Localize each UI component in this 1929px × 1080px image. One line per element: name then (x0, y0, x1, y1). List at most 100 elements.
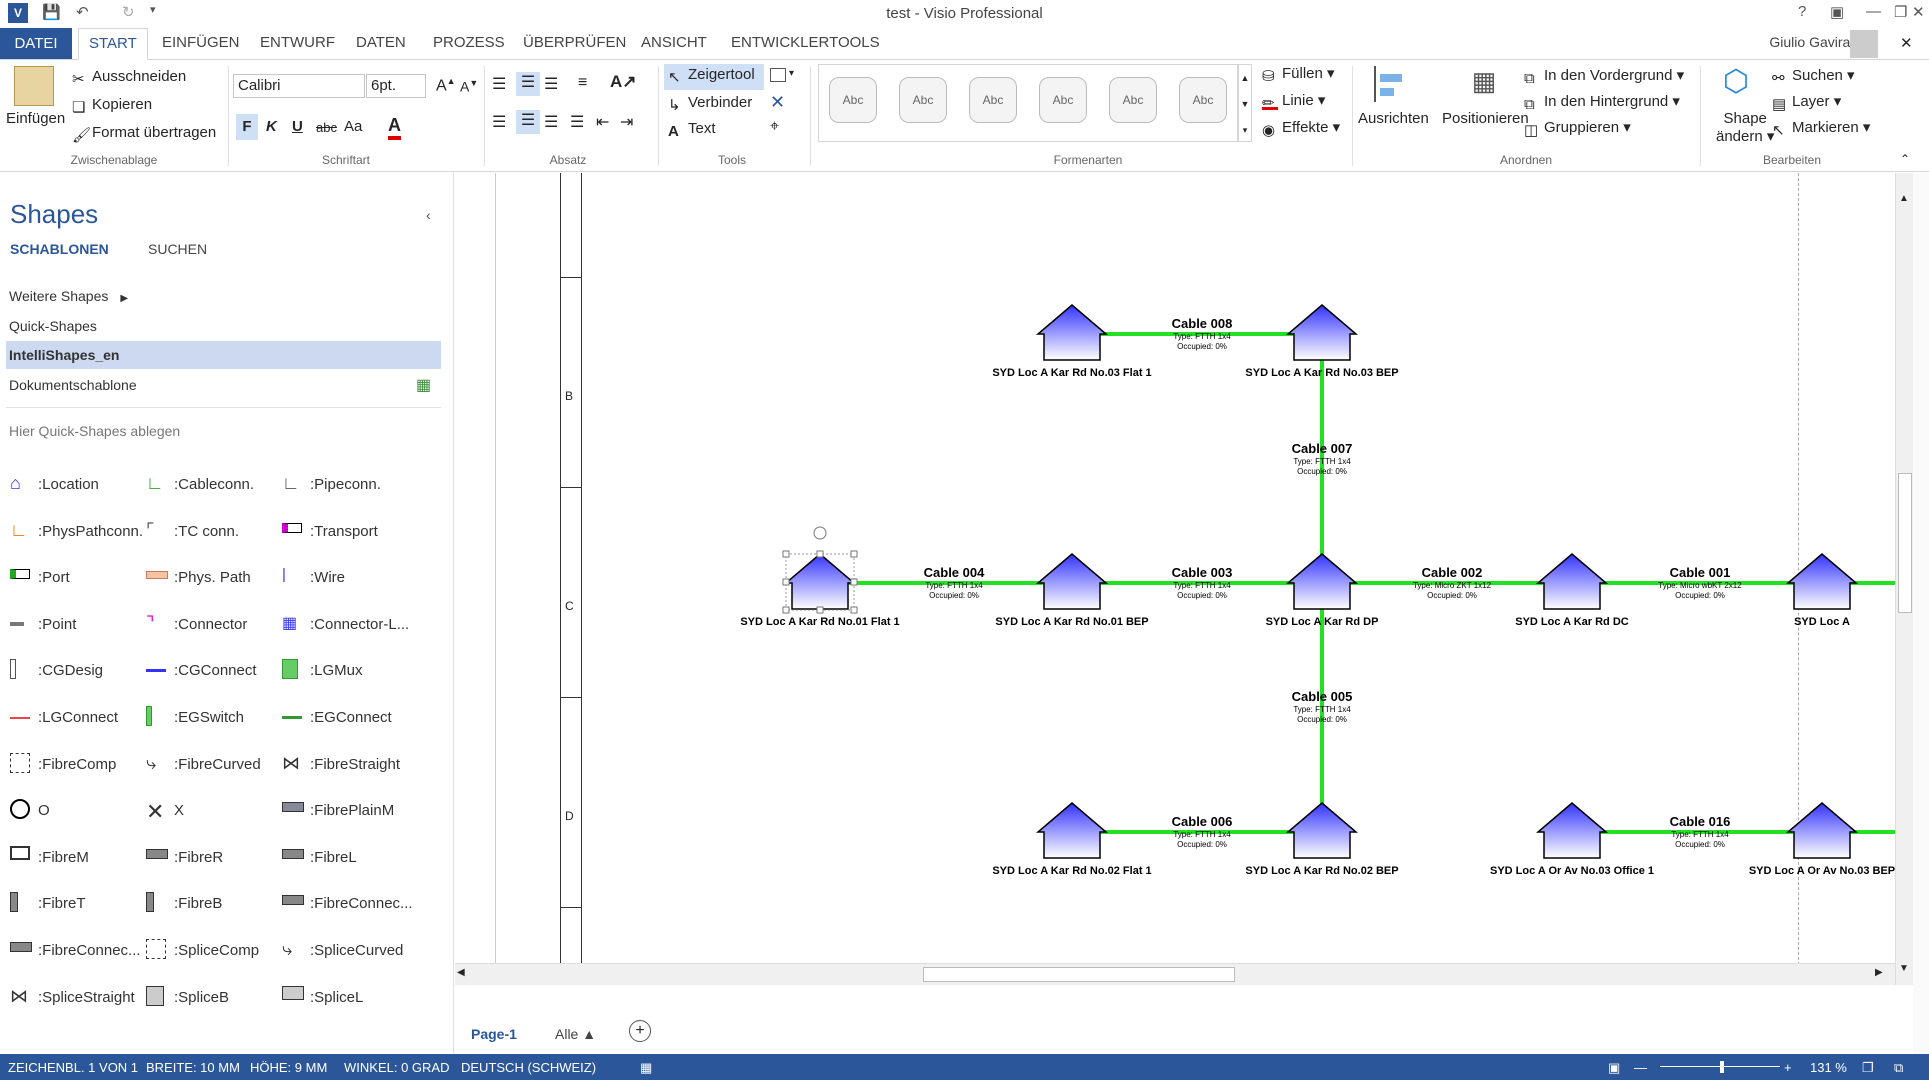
change-case-button[interactable]: Aa (344, 118, 362, 135)
line-button[interactable]: ✏ Linie ▾ (1262, 91, 1325, 112)
house-node-icon[interactable] (783, 553, 857, 610)
increase-indent-icon[interactable]: ⇥ (620, 112, 633, 132)
stencil-options-icon[interactable]: ▦ (416, 375, 431, 395)
tab-review[interactable]: ÜBERPRÜFEN (523, 34, 626, 51)
scroll-up-icon[interactable]: ▲ (1899, 193, 1909, 204)
font-color-icon[interactable]: A (388, 114, 401, 140)
stencil-shape-item[interactable]: :LGMux (282, 659, 363, 683)
collapse-pane-icon[interactable]: ‹ (426, 207, 431, 223)
tab-data[interactable]: DATEN (356, 34, 406, 51)
house-node-icon[interactable] (1785, 553, 1859, 610)
page-tab-1[interactable]: Page-1 (471, 1026, 517, 1042)
select-button[interactable]: ↖ Markieren ▾ (1772, 118, 1870, 139)
status-sheet[interactable]: ZEICHENBL. 1 VON 1 (8, 1060, 138, 1075)
justify-icon[interactable]: ☰ (570, 112, 584, 132)
style-swatch[interactable]: Abc (1109, 77, 1157, 123)
font-name-select[interactable]: Calibri (233, 74, 365, 98)
group-button[interactable]: ◫ Gruppieren ▾ (1524, 118, 1631, 139)
stencil-shape-item[interactable]: ✕ X (146, 799, 184, 824)
stencil-shape-item[interactable]: :EGSwitch (146, 706, 244, 730)
underline-button[interactable]: U (292, 118, 303, 135)
align-icon[interactable] (1374, 66, 1408, 102)
status-angle[interactable]: WINKEL: 0 GRAD (344, 1060, 449, 1075)
bring-to-front-button[interactable]: ⧉ In den Vordergrund ▾ (1524, 66, 1684, 87)
stencil-shape-item[interactable]: :Point (10, 613, 76, 637)
stencil-shape-item[interactable]: ⌝:Connector (146, 613, 247, 637)
rectangle-tool-icon[interactable] (770, 68, 786, 82)
stencil-shape-item[interactable]: :SpliceL (282, 985, 363, 1010)
position-button[interactable]: Positionieren (1442, 110, 1529, 127)
effects-button[interactable]: ◉ Effekte ▾ (1262, 118, 1340, 139)
stencil-shape-item[interactable]: :Phys. Path (146, 566, 251, 590)
align-left-icon[interactable]: ☰ (492, 112, 506, 132)
stencil-shape-item[interactable]: :FibreComp (10, 752, 116, 777)
paste-icon[interactable] (14, 66, 54, 106)
close-document-icon[interactable]: ✕ (1900, 34, 1913, 52)
change-shape-button[interactable]: Shape ändern ▾ (1716, 110, 1774, 146)
stencil-shape-item[interactable]: ⌂:Location (10, 473, 99, 497)
status-language[interactable]: DEUTSCH (SCHWEIZ) (461, 1060, 596, 1075)
zoom-level[interactable]: 131 % (1810, 1060, 1847, 1075)
avatar[interactable] (1850, 30, 1878, 58)
switch-windows-icon[interactable]: ⧉ (1894, 1060, 1903, 1076)
stencil-shape-item[interactable]: :FibreConnec... (282, 892, 413, 916)
decrease-indent-icon[interactable]: ⇤ (596, 112, 609, 132)
align-bottom-icon[interactable]: ☰ (544, 74, 558, 94)
stencil-shape-item[interactable]: ⋈:FibreStraight (282, 753, 400, 777)
style-swatch[interactable]: Abc (969, 77, 1017, 123)
scroll-right-icon[interactable]: ▶ (1875, 967, 1883, 978)
house-node-icon[interactable] (1285, 802, 1359, 859)
change-shape-icon[interactable]: ⬡ (1718, 64, 1754, 100)
layer-button[interactable]: ▤ Layer ▾ (1772, 92, 1841, 113)
close-x-icon[interactable]: ✕ (770, 92, 785, 113)
tab-start[interactable]: START (78, 28, 148, 60)
status-height[interactable]: HÖHE: 9 MM (250, 1060, 327, 1075)
stencil-shape-item[interactable]: :FibreL (282, 846, 357, 870)
format-painter-button[interactable]: 🖌Format übertragen (72, 124, 216, 144)
fill-button[interactable]: ⛁ Füllen ▾ (1262, 64, 1335, 85)
stencil-shape-item[interactable]: :SpliceB (146, 985, 229, 1010)
horizontal-scrollbar[interactable]: ◀ ▶ (455, 963, 1895, 985)
zoom-out-icon[interactable]: — (1634, 1060, 1647, 1075)
style-swatch[interactable]: Abc (899, 77, 947, 123)
more-shapes-item[interactable]: Weitere Shapes ▶ (9, 288, 128, 304)
tab-view[interactable]: ANSICHT (641, 34, 707, 51)
stencil-shape-item[interactable]: ▦:Connector-L... (282, 613, 409, 637)
stencil-shape-item[interactable]: O (10, 799, 50, 823)
house-node-icon[interactable] (1035, 802, 1109, 859)
house-node-icon[interactable] (1035, 553, 1109, 610)
text-tool-button[interactable]: A Text (668, 120, 716, 140)
bold-button[interactable]: F (236, 114, 258, 140)
tab-process[interactable]: PROZESS (433, 34, 505, 51)
style-swatch[interactable]: Abc (1039, 77, 1087, 123)
gallery-scroll[interactable]: ▲ ▼ ▾ (1238, 64, 1252, 142)
macro-icon[interactable]: ▦ (640, 1060, 652, 1076)
tab-insert[interactable]: EINFÜGEN (162, 34, 240, 51)
position-icon[interactable]: ▦ (1466, 66, 1502, 102)
stencil-shape-item[interactable]: ⋈:SpliceStraight (10, 986, 135, 1010)
paste-button[interactable]: Einfügen (6, 110, 65, 127)
align-middle-icon[interactable]: ☰ (516, 72, 540, 96)
document-stencil-item[interactable]: Dokumentschablone (9, 377, 137, 393)
stencil-shape-item[interactable]: :Port (10, 566, 70, 590)
stencil-shape-item[interactable]: ∟:Cableconn. (146, 473, 254, 497)
style-swatch[interactable]: Abc (829, 77, 877, 123)
stencil-shape-item[interactable]: :FibreR (146, 846, 223, 870)
status-width[interactable]: BREITE: 10 MM (146, 1060, 240, 1075)
house-node-icon[interactable] (1285, 553, 1359, 610)
align-button[interactable]: Ausrichten (1358, 110, 1429, 127)
tab-file[interactable]: DATEI (0, 28, 72, 59)
stencil-shape-item[interactable]: :FibreB (146, 892, 222, 916)
vertical-scroll-thumb[interactable] (1898, 473, 1912, 613)
stencil-shape-item[interactable]: :FibreT (10, 892, 86, 916)
shrink-font-icon[interactable]: A▼ (460, 78, 478, 95)
stencil-shape-item[interactable]: ⤷:SpliceCurved (282, 939, 403, 963)
stencil-intellishapes[interactable]: IntelliShapes_en (9, 347, 119, 363)
grow-font-icon[interactable]: A▲ (436, 76, 456, 95)
zoom-in-icon[interactable]: + (1784, 1060, 1792, 1075)
stencil-shape-item[interactable]: ∟:Pipeconn. (282, 473, 381, 497)
ribbon-options-icon[interactable]: ▣ (1830, 3, 1844, 21)
italic-button[interactable]: K (266, 118, 277, 135)
scroll-down-icon[interactable]: ▼ (1899, 963, 1909, 974)
text-direction-icon[interactable]: A↗ (610, 72, 637, 92)
